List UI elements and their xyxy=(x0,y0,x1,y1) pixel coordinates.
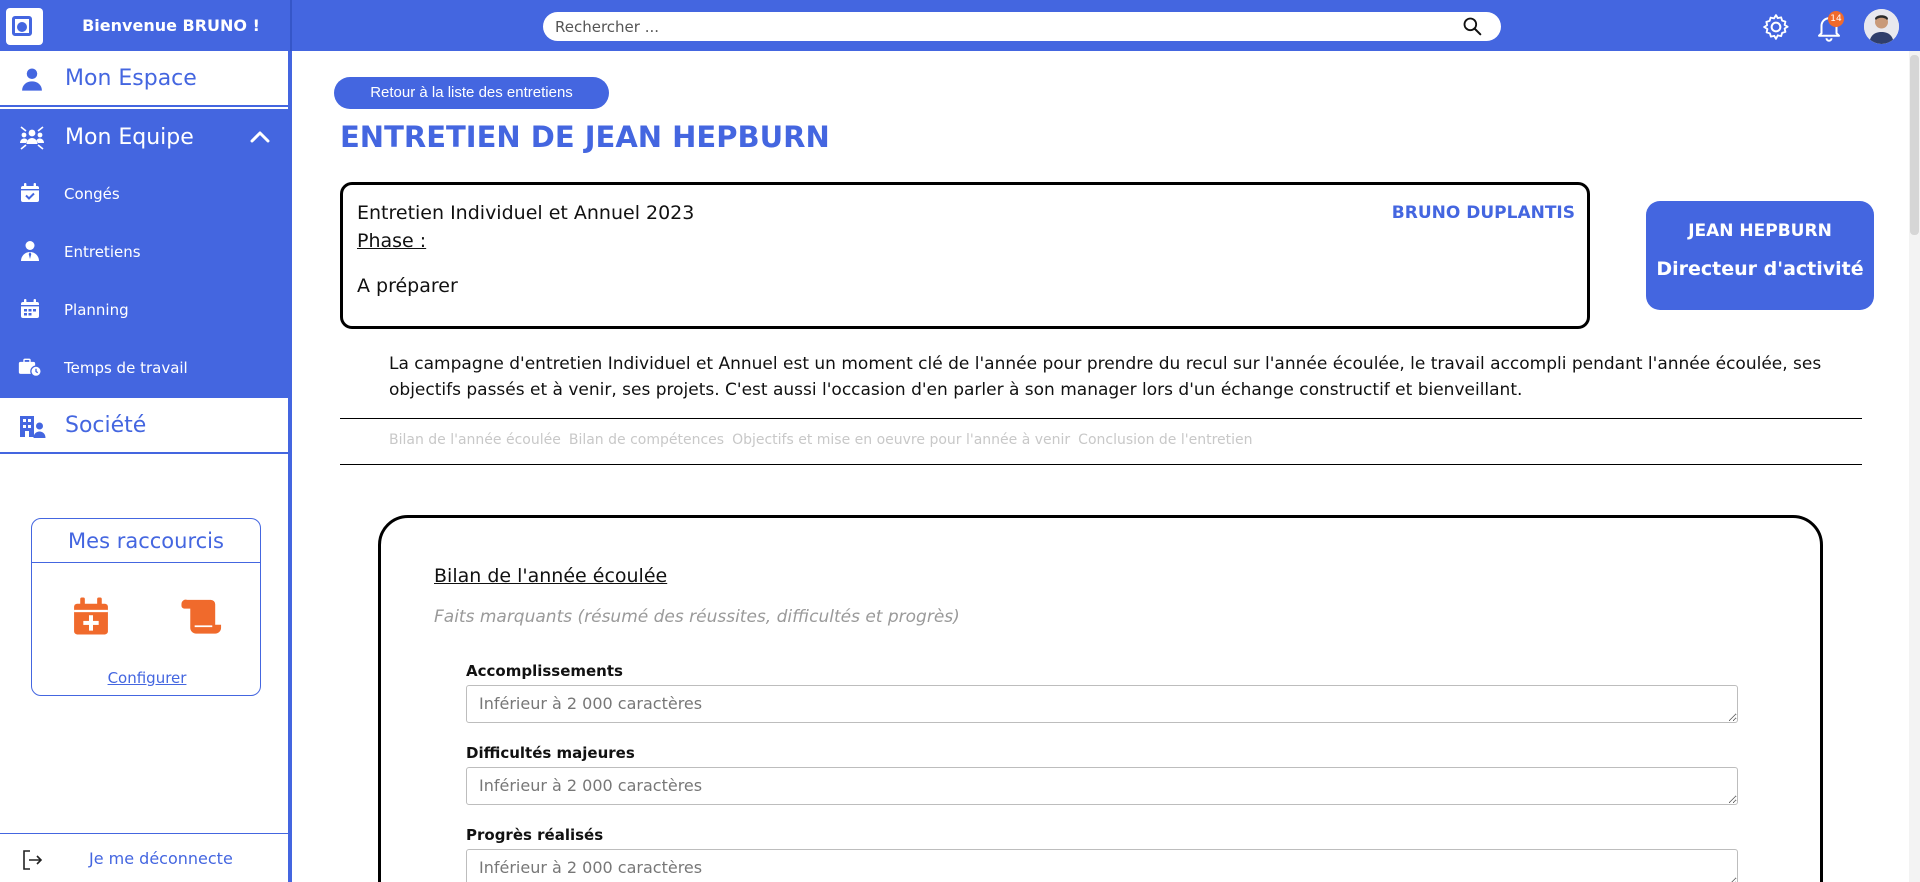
field-label-progres: Progrès réalisés xyxy=(466,826,604,844)
building-user-icon xyxy=(20,416,46,438)
section-tabs: Bilan de l'année écoulée Bilan de compét… xyxy=(389,432,1253,448)
progres-field[interactable] xyxy=(466,849,1738,882)
shortcuts-title: Mes raccourcis xyxy=(32,519,260,563)
accomplissements-field[interactable] xyxy=(466,685,1738,723)
sidebar-item-label: Mon Equipe xyxy=(65,124,194,150)
scrollbar-thumb[interactable] xyxy=(1910,55,1919,235)
sidebar-item-label: Congés xyxy=(64,185,120,203)
back-to-list-button[interactable]: Retour à la liste des entretiens xyxy=(334,77,609,109)
section-subtitle: Faits marquants (résumé des réussites, d… xyxy=(434,607,960,627)
tabs-divider-bottom xyxy=(340,464,1862,465)
campaign-name: Entretien Individuel et Annuel 2023 xyxy=(357,202,695,224)
scroll-icon[interactable] xyxy=(180,596,224,636)
sidebar-item-label: Mon Espace xyxy=(65,65,197,91)
page-title: ENTRETIEN DE JEAN HEPBURN xyxy=(340,120,830,154)
field-label-accomplissements: Accomplissements xyxy=(466,662,623,680)
sidebar-item-label: Temps de travail xyxy=(64,359,188,377)
sidebar-item-entretiens[interactable]: Entretiens xyxy=(0,223,288,281)
difficultes-field[interactable] xyxy=(466,767,1738,805)
sidebar-item-label: Planning xyxy=(64,301,129,319)
sidebar-item-mon-espace[interactable]: Mon Espace xyxy=(0,51,288,107)
employee-role: Directeur d'activité xyxy=(1656,258,1864,280)
user-icon xyxy=(22,68,42,91)
gear-icon[interactable] xyxy=(1761,12,1791,42)
intro-text: La campagne d'entretien Individuel et An… xyxy=(389,354,1822,400)
search-icon[interactable] xyxy=(1462,16,1482,36)
sidebar-item-conges[interactable]: Congés xyxy=(0,165,288,223)
shortcuts-panel: Mes raccourcis Configurer xyxy=(31,518,261,696)
team-icon xyxy=(20,126,44,150)
tab-bilan-annee[interactable]: Bilan de l'année écoulée xyxy=(389,432,561,448)
employee-card: JEAN HEPBURN Directeur d'activité xyxy=(1646,201,1874,310)
configure-shortcuts-link[interactable]: Configurer xyxy=(32,669,262,687)
app-logo[interactable] xyxy=(6,8,43,45)
topbar-divider xyxy=(290,0,292,51)
tab-conclusion[interactable]: Conclusion de l'entretien xyxy=(1078,432,1252,448)
interview-info-box: Entretien Individuel et Annuel 2023 BRUN… xyxy=(340,182,1590,329)
calendar-plus-icon[interactable] xyxy=(72,596,110,636)
calendar-check-icon xyxy=(21,183,39,202)
tab-bilan-competences[interactable]: Bilan de compétences xyxy=(569,432,724,448)
top-bar: Bienvenue BRUNO ! 14 xyxy=(0,0,1920,51)
phase-label: Phase : xyxy=(357,230,427,252)
manager-name: BRUNO DUPLANTIS xyxy=(1391,203,1575,223)
employee-name: JEAN HEPBURN xyxy=(1688,221,1832,241)
search-input[interactable] xyxy=(543,12,1501,41)
phase-value: A préparer xyxy=(357,275,458,297)
sidebar: Mon Espace Mon Equipe Congés Entretiens … xyxy=(0,51,292,882)
calendar-icon xyxy=(21,299,39,318)
chevron-up-icon[interactable] xyxy=(250,129,270,143)
sidebar-item-label: Société xyxy=(65,412,147,438)
welcome-text: Bienvenue BRUNO ! xyxy=(82,16,260,35)
sidebar-item-label: Entretiens xyxy=(64,243,141,261)
bilan-section: Bilan de l'année écoulée Faits marquants… xyxy=(378,515,1823,882)
notification-badge: 14 xyxy=(1828,11,1844,27)
logout-label: Je me déconnecte xyxy=(89,849,233,868)
logout-icon xyxy=(23,850,43,870)
briefcase-clock-icon xyxy=(18,358,42,378)
field-label-difficultes: Difficultés majeures xyxy=(466,744,635,762)
tab-objectifs[interactable]: Objectifs et mise en oeuvre pour l'année… xyxy=(732,432,1070,448)
logout-button[interactable]: Je me déconnecte xyxy=(0,833,288,882)
sidebar-item-temps-de-travail[interactable]: Temps de travail xyxy=(0,339,288,397)
section-title: Bilan de l'année écoulée xyxy=(434,565,668,587)
user-tie-icon xyxy=(21,241,39,261)
sidebar-item-societe[interactable]: Société xyxy=(0,398,288,454)
avatar[interactable] xyxy=(1864,9,1899,44)
tabs-divider-top xyxy=(340,418,1862,419)
team-submenu: Congés Entretiens Planning Temps de trav… xyxy=(0,165,288,398)
sidebar-item-mon-equipe[interactable]: Mon Equipe xyxy=(0,109,288,165)
sidebar-item-planning[interactable]: Planning xyxy=(0,281,288,339)
page-scrollbar[interactable] xyxy=(1909,51,1920,882)
